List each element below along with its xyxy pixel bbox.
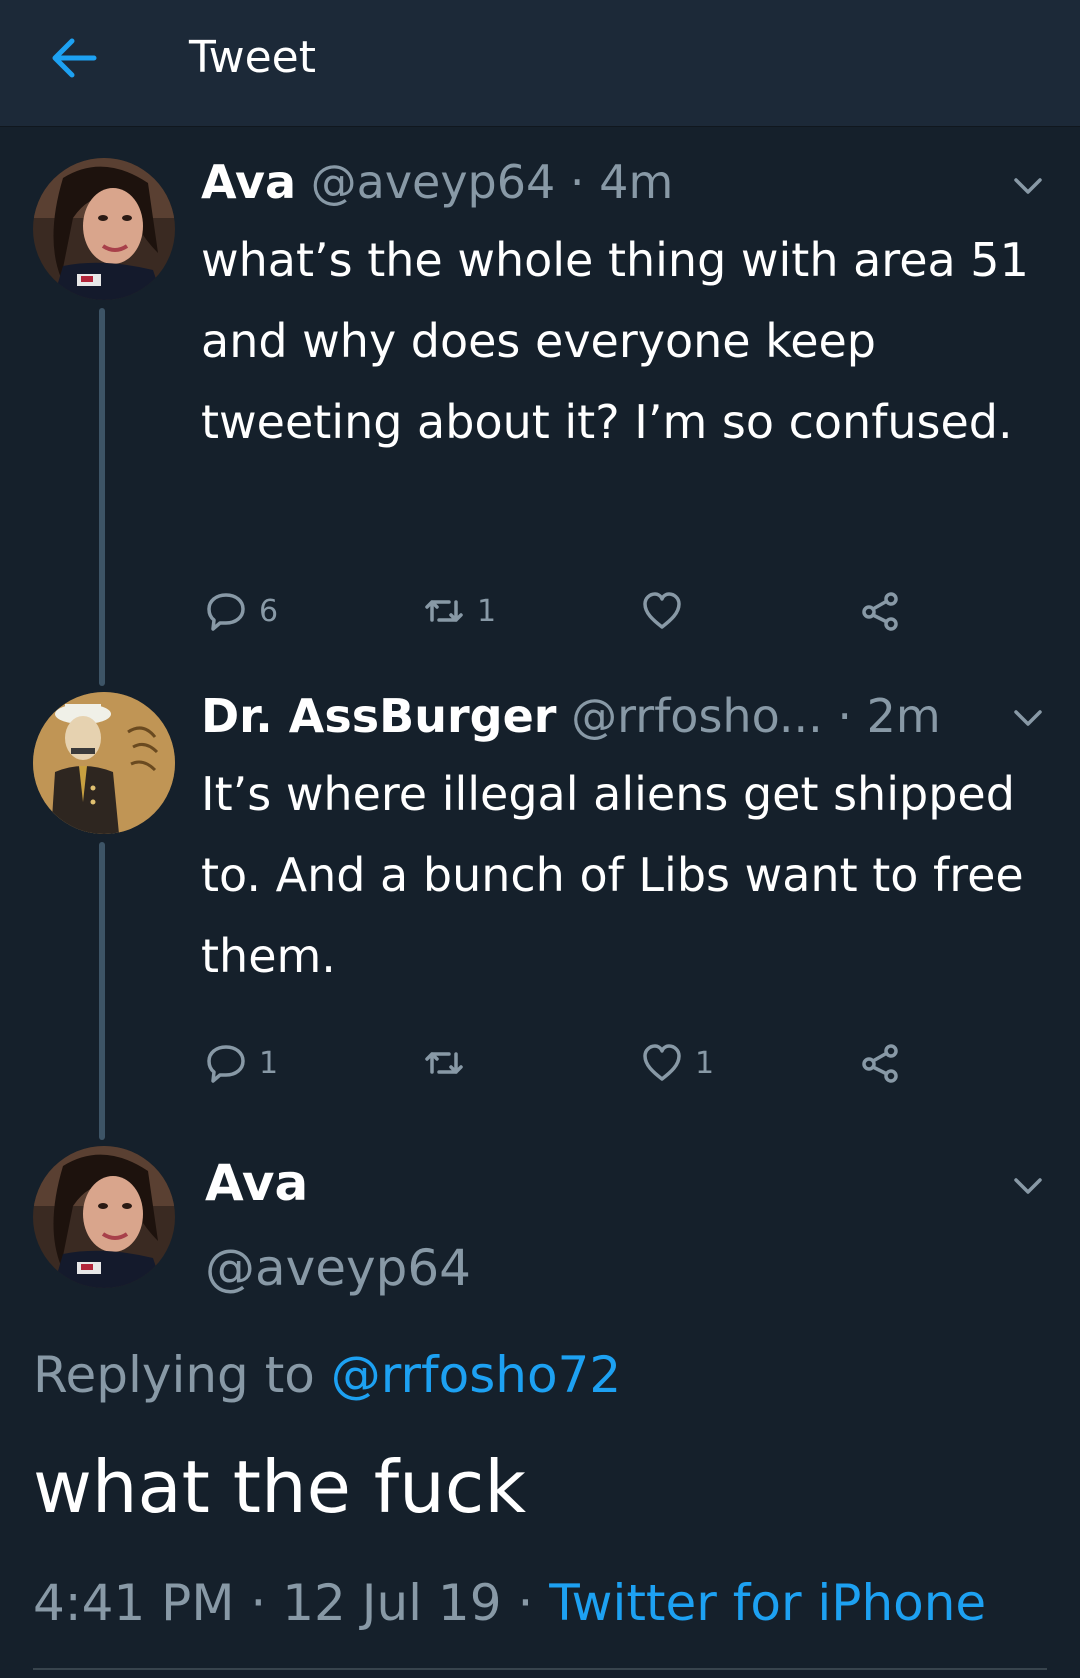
author-handle[interactable]: @aveyp64 (205, 1236, 471, 1300)
tweet-text: what’s the whole thing with area 51 and … (201, 233, 1029, 449)
author-handle[interactable]: @rrfosho... (571, 689, 823, 743)
author-name[interactable]: Ava (201, 155, 296, 209)
reply-icon (207, 593, 245, 631)
retweet-button[interactable]: 1 (423, 586, 496, 636)
like-button[interactable] (641, 586, 695, 636)
reply-icon (207, 1045, 245, 1083)
thread-line (99, 308, 105, 686)
author-handle[interactable]: @aveyp64 (311, 155, 556, 209)
reply-button[interactable]: 6 (205, 586, 278, 636)
client-link[interactable]: Twitter for iPhone (549, 1574, 986, 1632)
replying-label: Replying to (33, 1346, 315, 1404)
chevron-down-icon[interactable] (1010, 168, 1046, 204)
author-name[interactable]: Ava (205, 1151, 308, 1215)
retweet-icon (425, 1052, 463, 1074)
divider (33, 1668, 1047, 1670)
tweet-time[interactable]: 4m (599, 155, 673, 209)
share-icon (862, 1044, 898, 1083)
avatar[interactable] (33, 158, 175, 300)
back-arrow-icon[interactable] (46, 30, 102, 86)
tweet-text: It’s where illegal aliens get shipped to… (201, 767, 1024, 983)
reply-button[interactable]: 1 (205, 1038, 278, 1088)
page-title: Tweet (189, 32, 316, 83)
separator-dot: · (250, 1574, 267, 1632)
tweet-header: Ava @aveyp64 · 4m (201, 152, 673, 212)
like-count: 1 (695, 1045, 715, 1081)
like-button[interactable]: 1 (641, 1038, 714, 1088)
retweet-button[interactable] (423, 1038, 477, 1088)
tweet-header: Dr. AssBurger @rrfosho... · 2m (201, 686, 941, 746)
avatar[interactable] (33, 1146, 175, 1288)
tweet-date: 12 Jul 19 (282, 1574, 502, 1632)
tweet-timestamp: 4:41 PM · 12 Jul 19 · Twitter for iPhone (33, 1568, 986, 1638)
action-bar: 1 1 (201, 1038, 921, 1088)
share-button[interactable] (859, 1038, 913, 1088)
thread-tweet[interactable]: Ava @aveyp64 · 4m what’s the whole thing… (0, 126, 1080, 686)
action-bar: 6 1 (201, 586, 921, 636)
reply-count: 6 (259, 593, 279, 629)
tweet-time: 4:41 PM (33, 1574, 235, 1632)
tweet-time[interactable]: 2m (867, 689, 941, 743)
top-bar: Tweet (0, 0, 1080, 127)
replying-to-link[interactable]: @rrfosho72 (331, 1346, 621, 1404)
separator-dot: · (517, 1574, 534, 1632)
author-name[interactable]: Dr. AssBurger (201, 689, 556, 743)
separator-dot: · (569, 155, 585, 209)
share-icon (862, 592, 898, 631)
replying-to: Replying to @rrfosho72 (33, 1342, 621, 1408)
heart-icon (643, 592, 681, 629)
retweet-icon (425, 600, 463, 622)
retweet-count: 1 (477, 593, 497, 629)
tweet-text: what the fuck (33, 1445, 527, 1529)
thread-line (99, 842, 105, 1140)
avatar[interactable] (33, 692, 175, 834)
chevron-down-icon[interactable] (1010, 700, 1046, 736)
reply-count: 1 (259, 1045, 279, 1081)
thread-tweet[interactable]: Dr. AssBurger @rrfosho... · 2m It’s wher… (0, 686, 1080, 1140)
share-button[interactable] (859, 586, 913, 636)
chevron-down-icon[interactable] (1010, 1168, 1046, 1204)
heart-icon (643, 1044, 681, 1081)
separator-dot: · (837, 689, 853, 743)
